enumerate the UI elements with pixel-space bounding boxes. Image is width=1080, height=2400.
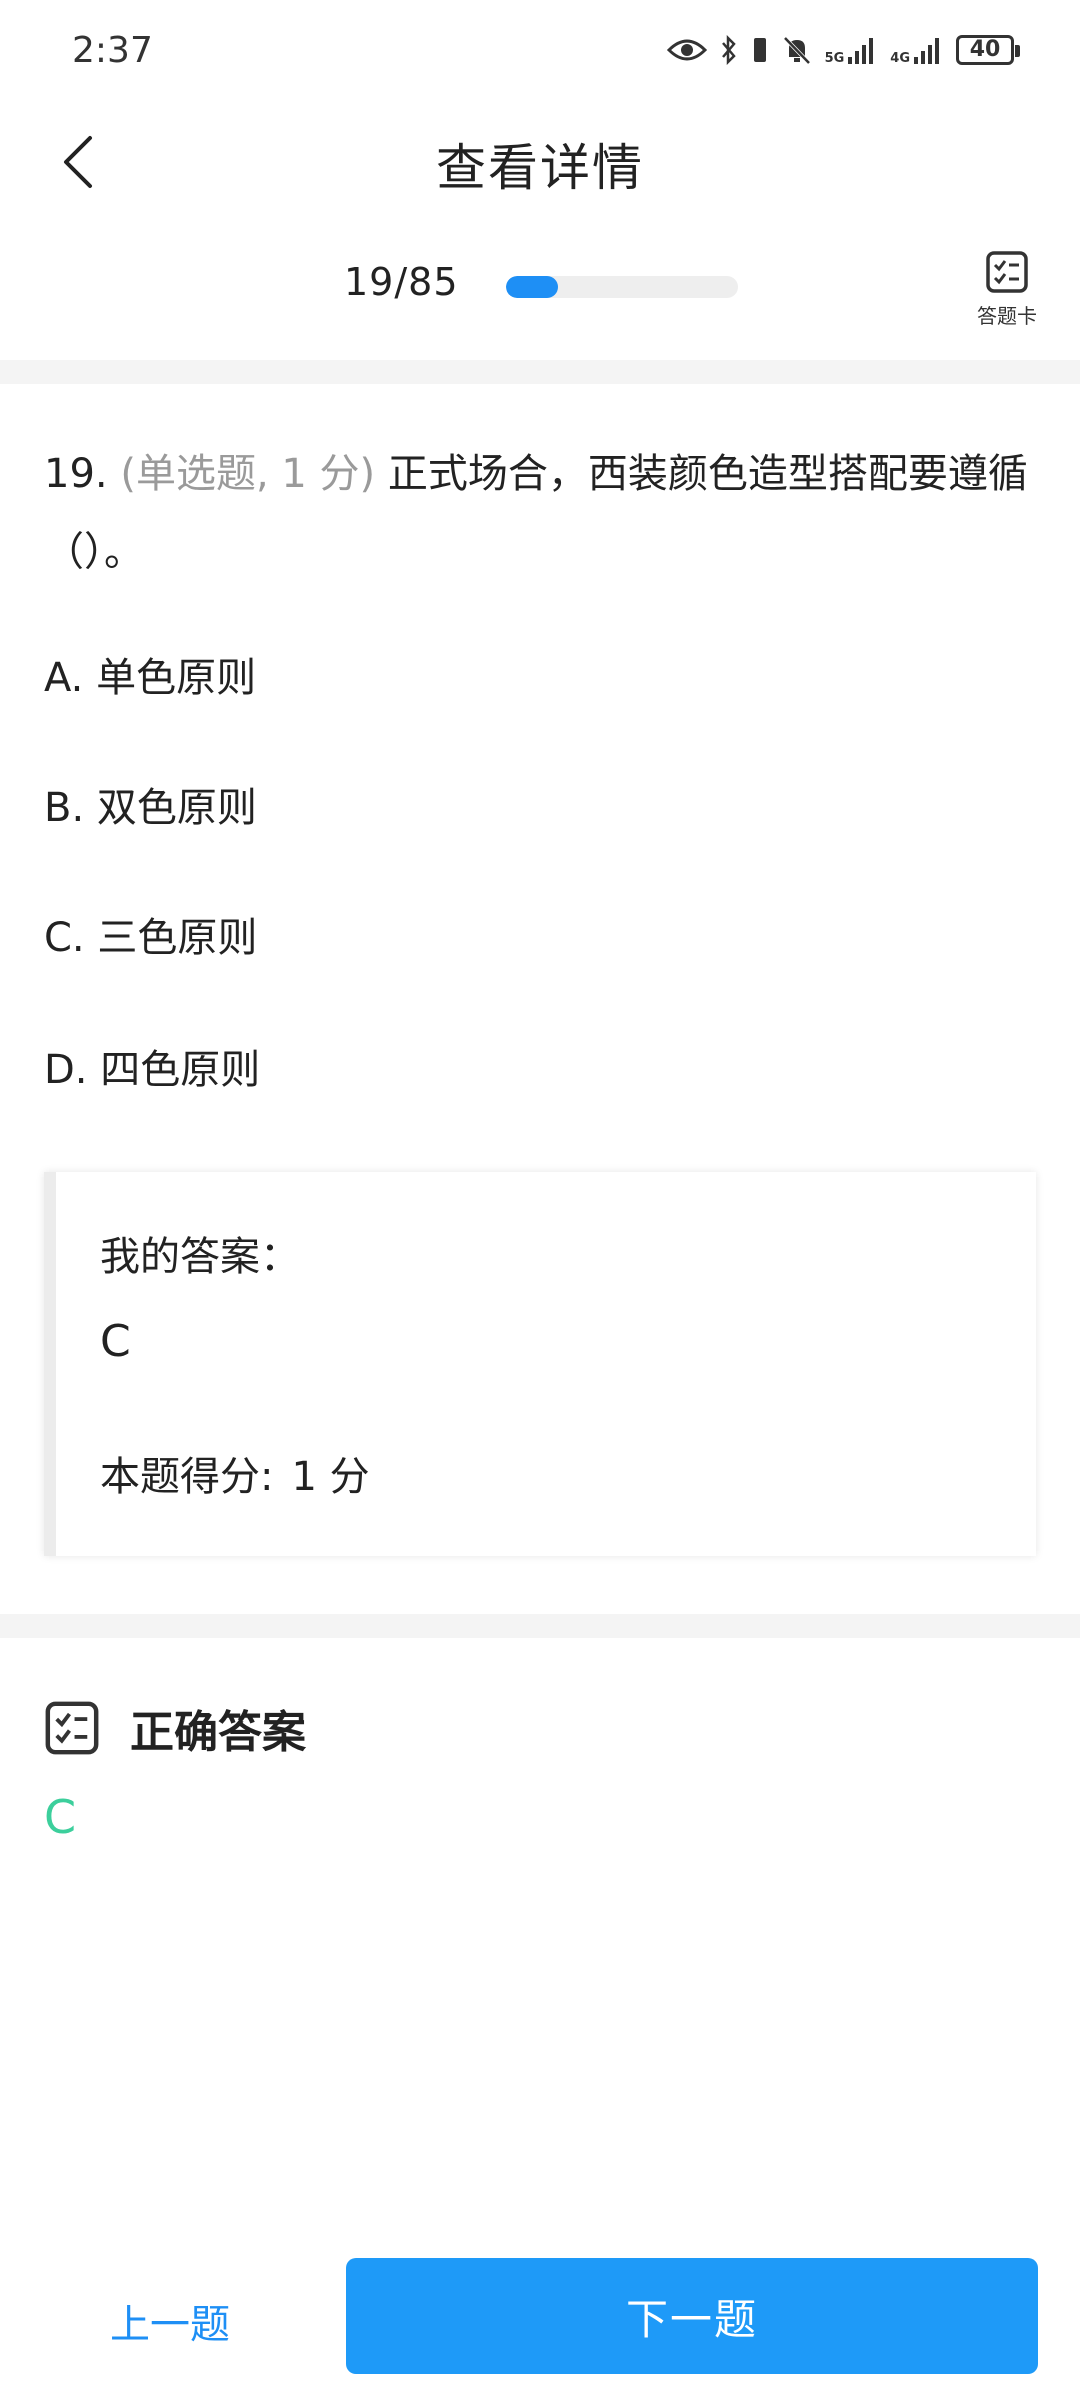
question-number: 19. (44, 451, 108, 497)
bluetooth-icon (721, 35, 737, 65)
mute-bell-icon (783, 35, 811, 65)
signal-5g-icon: 5G (825, 35, 877, 65)
option-b[interactable]: B. 双色原则 (44, 778, 257, 838)
page-title: 查看详情 (436, 139, 644, 197)
next-question-button[interactable]: 下一题 (346, 2258, 1038, 2374)
score-label: 本题得分: (100, 1454, 274, 1500)
checklist-icon (986, 251, 1028, 293)
status-icons: 5G 4G 40 (666, 28, 1020, 72)
checklist-icon (45, 1701, 99, 1755)
section-divider (0, 360, 1080, 384)
signal-4g-icon: 4G (890, 35, 942, 65)
section-divider-2 (0, 1614, 1080, 1638)
correct-answer-header: 正确答案 (44, 1695, 306, 1761)
question-text: 19. (单选题, 1 分) 正式场合，西装颜色造型搭配要遵循（）。 (44, 435, 1034, 591)
page: 2:37 5G 4G 40 查看详情 19/85 答题卡 19. (单选题, 1… (0, 0, 1080, 2400)
option-d[interactable]: D. 四色原则 (44, 1040, 260, 1100)
previous-question-button[interactable]: 上一题 (110, 2292, 230, 2350)
correct-answer-value: C (44, 1790, 77, 1844)
score-value: 1 分 (291, 1454, 370, 1500)
option-c[interactable]: C. 三色原则 (44, 908, 257, 968)
correct-answer-title: 正确答案 (130, 1707, 306, 1758)
score-row: 本题得分: 1 分 (100, 1444, 370, 1502)
signal-5g-label: 5G (824, 51, 845, 66)
battery-indicator: 40 (956, 35, 1020, 65)
progress-row: 19/85 答题卡 (0, 230, 1080, 360)
progress-fill (506, 276, 558, 298)
progress-text: 19/85 (344, 260, 459, 304)
answer-card-label: 答题卡 (977, 304, 1037, 328)
question-meta: (单选题, 1 分) (120, 451, 376, 497)
progress-bar (506, 276, 738, 298)
answer-card-button[interactable]: 答题卡 (962, 250, 1052, 346)
nav-bar: 查看详情 (0, 100, 1080, 230)
eye-icon (666, 36, 707, 64)
option-a[interactable]: A. 单色原则 (44, 648, 256, 708)
my-answer-card: 我的答案： C 本题得分: 1 分 (44, 1172, 1036, 1556)
vibrate-icon (751, 35, 769, 65)
my-answer-label: 我的答案： (100, 1234, 300, 1280)
my-answer-value: C (100, 1316, 131, 1367)
status-bar: 2:37 5G 4G 40 (0, 0, 1080, 100)
signal-4g-label: 4G (890, 51, 910, 66)
status-time: 2:37 (72, 30, 153, 71)
